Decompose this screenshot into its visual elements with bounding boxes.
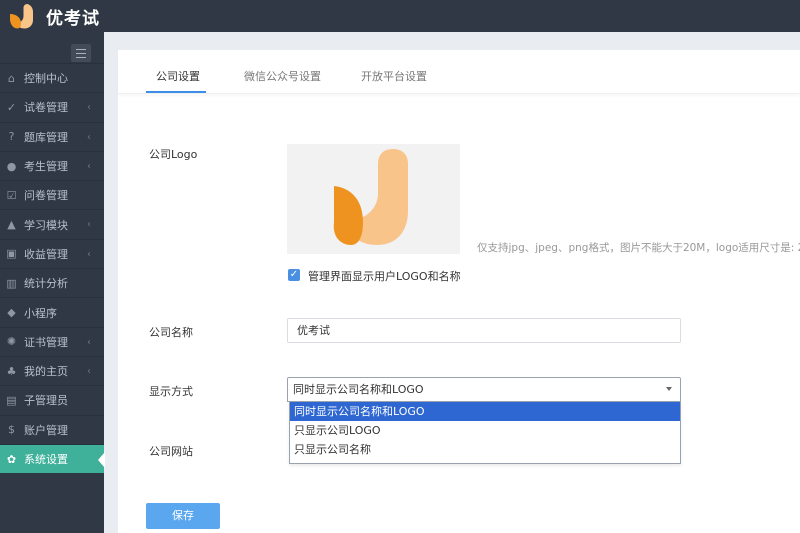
save-button[interactable]: 保存 <box>146 503 220 529</box>
show-logo-checkbox-label: 管理界面显示用户LOGO和名称 <box>308 270 461 283</box>
top-bar: 优考试 <box>0 0 800 32</box>
app-logo-icon <box>10 4 33 29</box>
sidebar-item-homepage[interactable]: ♣ 我的主页 ‹ <box>0 355 104 385</box>
sidebar-item-system-settings[interactable]: ✿ 系统设置 <box>0 443 105 474</box>
hamburger-icon[interactable] <box>71 44 91 62</box>
sitemap-icon: ♣ <box>6 364 17 378</box>
brand[interactable]: 优考试 <box>8 3 100 29</box>
sidebar-item-question-bank[interactable]: ? 题库管理 ‹ <box>0 121 104 151</box>
dollar-icon: $ <box>8 423 15 437</box>
chevron-left-icon: ‹ <box>87 336 91 348</box>
display-mode-select[interactable]: 同时显示公司名称和LOGO <box>287 377 681 402</box>
option-name-only[interactable]: 只显示公司名称 <box>290 440 680 459</box>
sidebar-item-certificate[interactable]: ✺ 证书管理 ‹ <box>0 326 104 356</box>
show-logo-checkbox[interactable]: ✓ <box>288 269 300 281</box>
sidebar-item-learning[interactable]: ▲ 学习模块 ‹ <box>0 209 104 238</box>
display-mode-options: 同时显示公司名称和LOGO 只显示公司LOGO 只显示公司名称 <box>289 402 681 464</box>
tab-wechat-settings[interactable]: 微信公众号设置 <box>244 68 321 84</box>
logo-format-hint: 仅支持jpg、jpeg、png格式，图片不能大于20M，logo适用尺寸是: 2… <box>477 242 800 254</box>
settings-tabs: 公司设置 微信公众号设置 开放平台设置 <box>118 50 800 94</box>
option-name-and-logo[interactable]: 同时显示公司名称和LOGO <box>290 402 680 421</box>
website-label: 公司网站 <box>149 445 193 458</box>
user-card-icon: ▤ <box>6 393 17 407</box>
gear-icon: ✿ <box>6 452 17 466</box>
chevron-left-icon: ‹ <box>87 248 91 260</box>
display-mode-label: 显示方式 <box>149 385 193 398</box>
settings-card: 公司设置 微信公众号设置 开放平台设置 公司Logo 仅支持jpg、jpeg、p… <box>118 50 800 533</box>
graduation-cap-icon: ▲ <box>7 218 16 232</box>
company-name-label: 公司名称 <box>149 326 193 339</box>
money-icon: ▣ <box>6 247 17 261</box>
caret-down-icon <box>666 387 672 391</box>
certificate-icon: ✺ <box>6 335 17 349</box>
sidebar-item-sub-admin[interactable]: ▤ 子管理员 <box>0 385 104 414</box>
company-logo-image <box>333 149 408 245</box>
tab-company-settings[interactable]: 公司设置 <box>156 68 200 84</box>
chevron-left-icon: ‹ <box>87 160 91 172</box>
sidebar-item-account[interactable]: $ 账户管理 <box>0 414 104 444</box>
chevron-left-icon: ‹ <box>87 131 91 143</box>
checkbox-icon: ☑ <box>6 188 17 202</box>
sidebar-item-control-center[interactable]: ⌂ 控制中心 <box>0 63 104 92</box>
sidebar-item-statistics[interactable]: ▥ 统计分析 <box>0 268 104 297</box>
sidebar-item-examinee[interactable]: ● 考生管理 ‹ <box>0 150 104 180</box>
display-mode-value: 同时显示公司名称和LOGO <box>293 383 424 396</box>
active-tab-indicator <box>146 91 206 93</box>
logo-upload-preview[interactable] <box>287 144 460 254</box>
option-logo-only[interactable]: 只显示公司LOGO <box>290 421 680 440</box>
sidebar-item-survey[interactable]: ☑ 问卷管理 <box>0 180 104 209</box>
sidebar-item-revenue[interactable]: ▣ 收益管理 ‹ <box>0 238 104 268</box>
sidebar-menu: ⌂ 控制中心 ✓ 试卷管理 ‹ ? 题库管理 ‹ ● 考生管理 ‹ ☑ 问卷管理… <box>0 63 105 474</box>
tab-open-platform-settings[interactable]: 开放平台设置 <box>361 68 427 84</box>
sidebar: ⌂ 控制中心 ✓ 试卷管理 ‹ ? 题库管理 ‹ ● 考生管理 ‹ ☑ 问卷管理… <box>0 32 105 533</box>
home-icon: ⌂ <box>8 71 15 85</box>
app-name: 优考试 <box>46 8 100 29</box>
chevron-left-icon: ‹ <box>87 365 91 377</box>
logo-label: 公司Logo <box>149 148 198 161</box>
sidebar-item-mini-program[interactable]: ◆ 小程序 <box>0 297 104 326</box>
bar-chart-icon: ▥ <box>6 276 17 290</box>
sidebar-item-paper[interactable]: ✓ 试卷管理 ‹ <box>0 92 104 121</box>
company-name-input[interactable]: 优考试 <box>287 318 681 343</box>
chevron-left-icon: ‹ <box>87 219 91 231</box>
user-icon: ● <box>6 159 17 173</box>
check-circle-icon: ✓ <box>6 100 17 114</box>
question-circle-icon: ? <box>8 130 15 144</box>
chevron-left-icon: ‹ <box>87 102 91 114</box>
chat-icon: ◆ <box>7 306 16 320</box>
